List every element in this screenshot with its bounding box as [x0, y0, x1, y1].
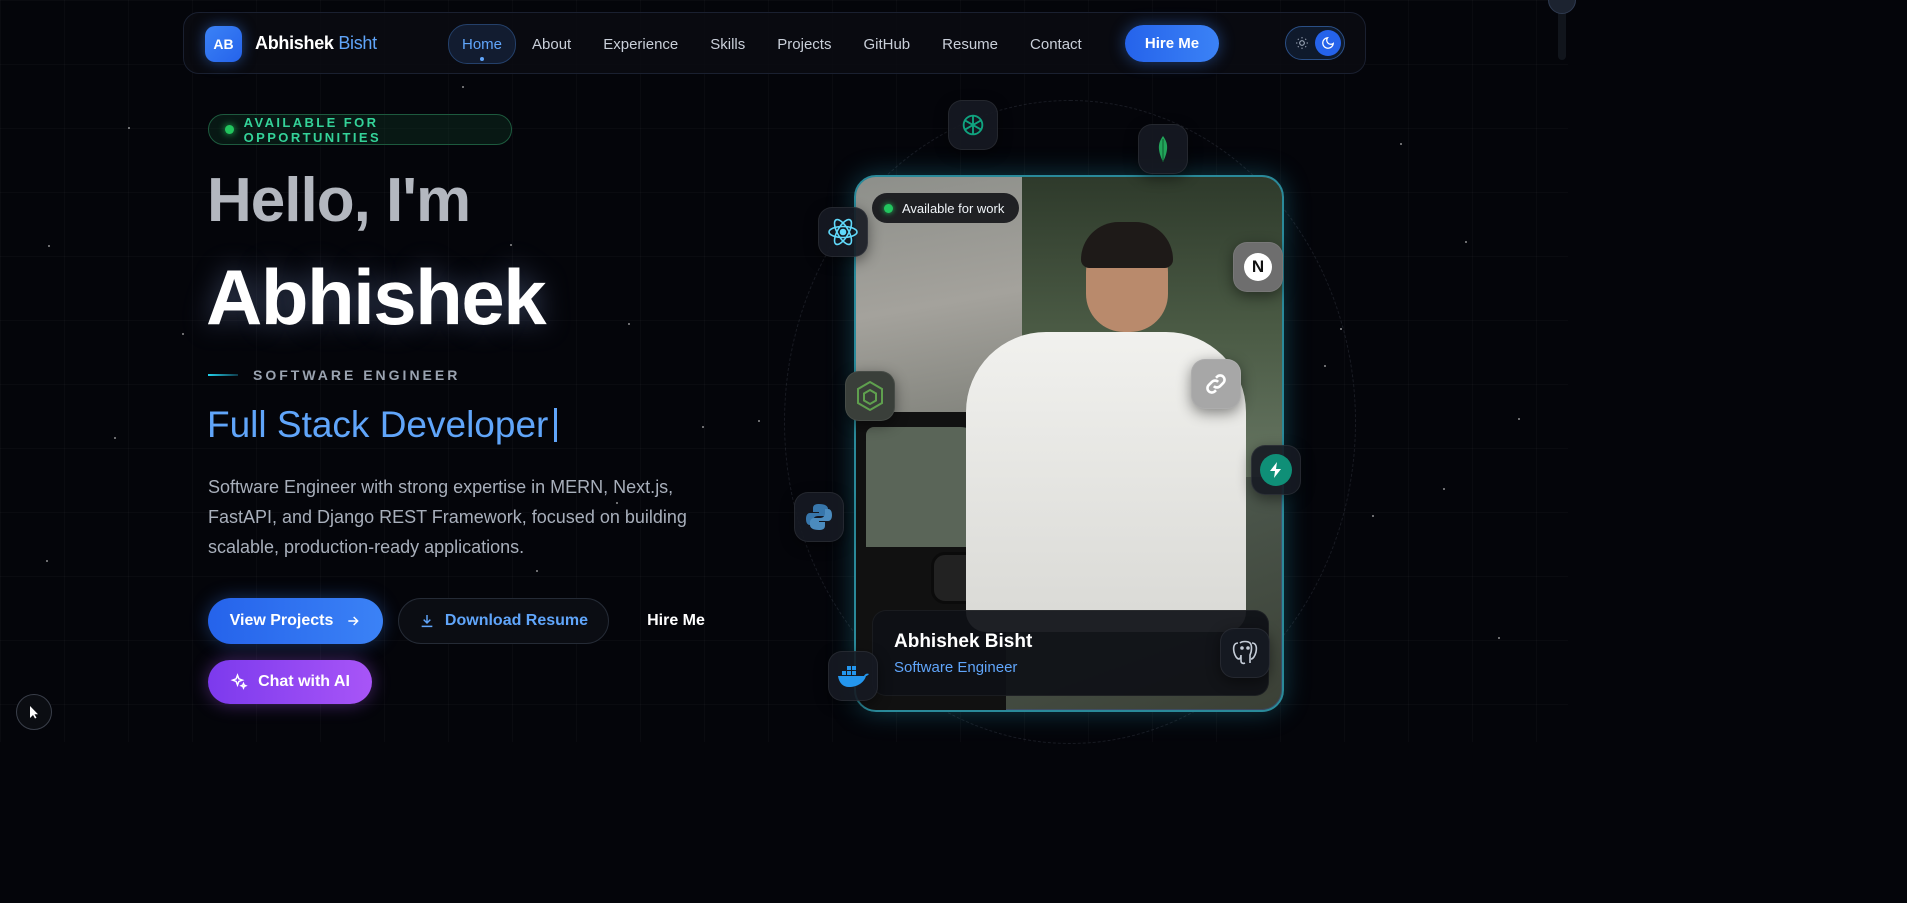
hire-me-link[interactable]: Hire Me: [640, 598, 712, 644]
download-resume-button[interactable]: Download Resume: [398, 598, 609, 644]
nav-link-skills[interactable]: Skills: [694, 25, 761, 63]
moon-icon: [1315, 30, 1341, 56]
postgresql-icon: [1220, 628, 1270, 678]
availability-badge: AVAILABLE FOR OPPORTUNITIES: [208, 114, 512, 145]
status-dot: [884, 203, 893, 213]
sun-icon: [1296, 37, 1308, 49]
arrow-right-icon: [348, 616, 360, 626]
view-projects-label: View Projects: [229, 612, 334, 629]
hero-name: Abhishek: [206, 253, 547, 341]
profile-name: Abhishek Bisht: [894, 631, 1033, 652]
mongodb-icon: [1138, 124, 1188, 174]
profile-title: Software Engineer: [894, 659, 1018, 676]
chat-with-ai-button[interactable]: Chat with AI: [208, 660, 372, 704]
cursor-toggle-button[interactable]: [16, 694, 52, 730]
nav-link-home[interactable]: Home: [448, 24, 517, 64]
nextjs-letter-n: N: [1244, 253, 1272, 281]
openai-icon: [948, 100, 998, 150]
hero-description: Software Engineer with strong expertise …: [208, 477, 687, 557]
nextjs-icon: N: [1233, 242, 1283, 292]
logo-first-name: Abhishek: [255, 33, 334, 53]
chat-with-ai-label: Chat with AI: [258, 673, 350, 690]
logo-name[interactable]: Abhishek Bisht: [255, 33, 377, 54]
react-icon: [818, 207, 868, 257]
role-accent-line: [208, 374, 238, 376]
logo-initials: AB: [213, 36, 234, 52]
typing-caret: [554, 408, 558, 442]
link-icon: [1191, 359, 1241, 409]
available-for-work-text: Available for work: [902, 200, 1005, 216]
supabase-icon: [1251, 445, 1301, 495]
nav-link-projects[interactable]: Projects: [761, 25, 847, 63]
typed-text: Full Stack Developer: [207, 404, 549, 445]
profile-info-card: Abhishek Bisht Software Engineer: [872, 610, 1269, 696]
view-projects-button[interactable]: View Projects: [208, 598, 383, 644]
supabase-bolt-badge: [1260, 454, 1292, 486]
logo-badge[interactable]: AB: [205, 26, 242, 62]
download-resume-label: Download Resume: [444, 612, 589, 629]
nav-link-contact[interactable]: Contact: [1014, 25, 1098, 63]
nav-link-github[interactable]: GitHub: [847, 25, 926, 63]
python-icon: [794, 492, 844, 542]
theme-toggle[interactable]: [1285, 26, 1345, 60]
sparkles-icon: [230, 673, 248, 690]
top-navigation-bar: AB Abhishek Bisht Home About Experience …: [183, 12, 1366, 74]
typed-headline: Full Stack Developer: [207, 404, 558, 446]
greeting: Hello, I'm: [207, 166, 471, 235]
nav-link-resume[interactable]: Resume: [926, 25, 1014, 63]
logo-last-name: Bisht: [338, 33, 377, 53]
cursor-icon: [30, 706, 38, 719]
availability-badge-text: AVAILABLE FOR OPPORTUNITIES: [243, 114, 382, 145]
nav-hire-me-button[interactable]: Hire Me: [1125, 25, 1219, 62]
status-dot: [225, 125, 234, 134]
role-title: SOFTWARE ENGINEER: [253, 367, 461, 383]
docker-icon: [828, 651, 878, 701]
nodejs-icon: [845, 371, 895, 421]
available-for-work-pill: Available for work: [872, 193, 1019, 223]
nav-link-about[interactable]: About: [516, 25, 587, 63]
nav-link-experience[interactable]: Experience: [587, 25, 694, 63]
download-icon: [421, 615, 433, 628]
nav-links: Home About Experience Skills Projects Gi…: [448, 24, 1098, 64]
